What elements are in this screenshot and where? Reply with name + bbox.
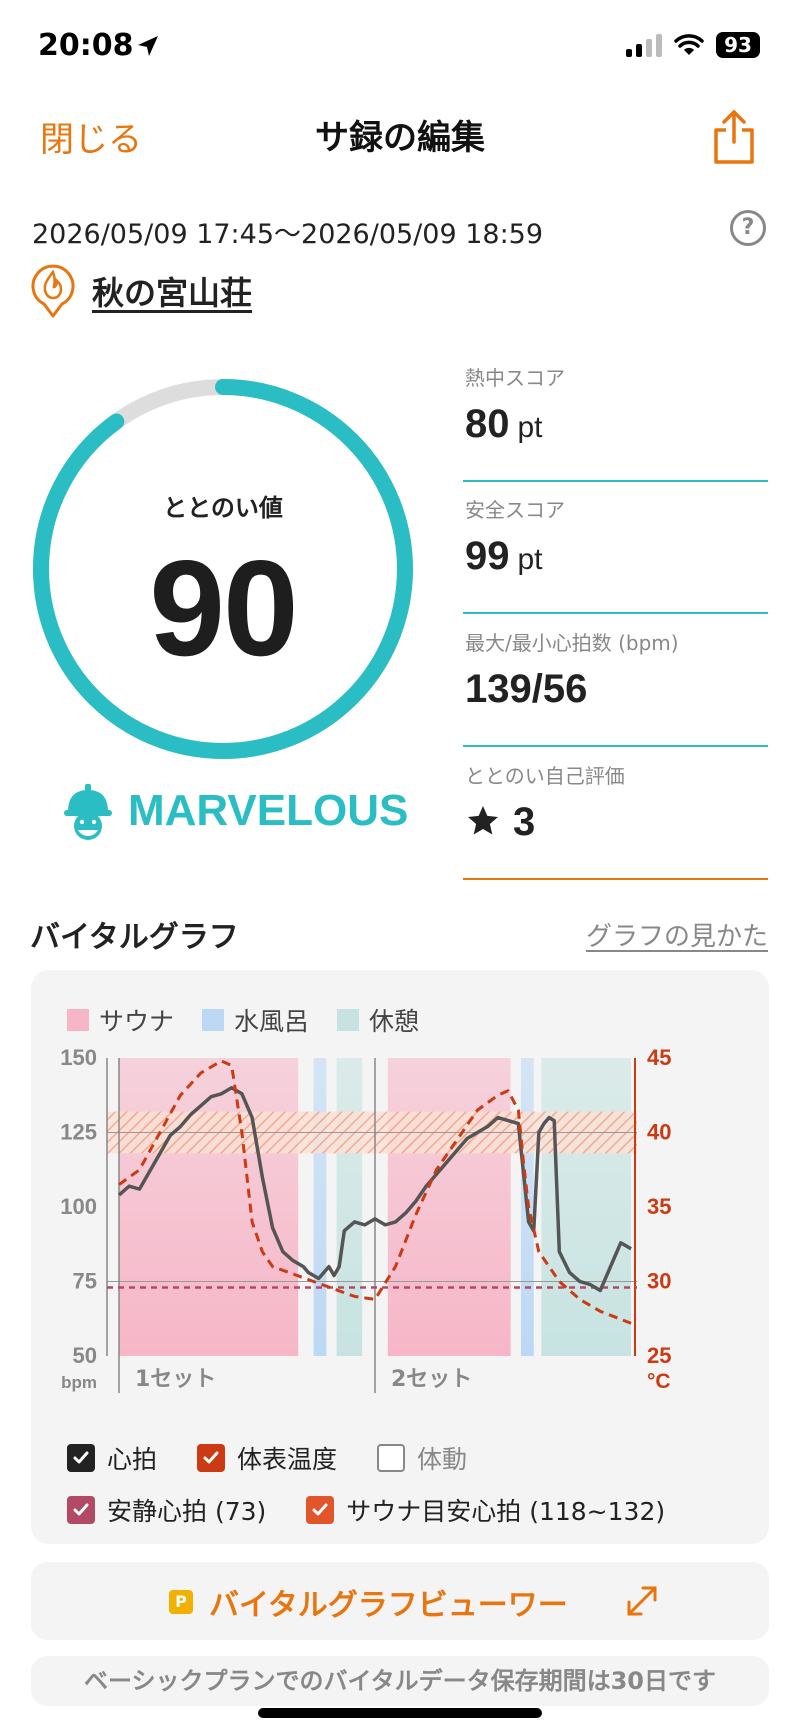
phase-cold bbox=[313, 1058, 327, 1356]
sauna-hat-character-icon bbox=[64, 784, 112, 840]
temp-tick-label: 30 bbox=[647, 1269, 671, 1294]
set-label: 2セット bbox=[391, 1367, 472, 1392]
facility-name-link[interactable]: 秋の宮山荘 bbox=[92, 268, 252, 314]
phase-sauna bbox=[387, 1058, 511, 1356]
vital-graph-card: サウナ 水風呂 休憩 150 125 100 75 50 45 40 35 30 25 bpm °C 1… bbox=[31, 970, 769, 1544]
graph-howto-link[interactable]: グラフの見かた bbox=[586, 916, 768, 953]
toggle-heart-rate[interactable]: 心拍 bbox=[67, 1440, 157, 1476]
metric-value: 3 bbox=[465, 800, 535, 845]
close-button[interactable]: 閉じる bbox=[40, 112, 142, 161]
vital-chart: 150 125 100 75 50 45 40 35 30 25 bpm °C 1セット 2セット bbox=[60, 1048, 671, 1393]
status-time: 20:08 bbox=[38, 28, 134, 63]
legend-sauna: サウナ bbox=[67, 1002, 174, 1038]
vital-graph-viewer-button[interactable]: P バイタルグラフビューワー bbox=[31, 1562, 769, 1640]
checkbox[interactable] bbox=[67, 1444, 95, 1472]
home-indicator[interactable] bbox=[258, 1708, 542, 1718]
hr-tick-label: 75 bbox=[73, 1269, 97, 1294]
metric-label: 最大/最小心拍数 (bpm) bbox=[465, 631, 679, 655]
premium-badge-icon: P bbox=[169, 1590, 193, 1614]
temp-tick-label: 35 bbox=[647, 1194, 671, 1219]
battery-indicator: 93 bbox=[716, 32, 760, 58]
metric-label: 安全スコア bbox=[465, 498, 565, 522]
help-icon[interactable]: ? bbox=[730, 210, 766, 246]
set-label: 1セット bbox=[135, 1367, 216, 1392]
phase-sauna bbox=[119, 1058, 299, 1356]
self-rating-field[interactable]: ととのい自己評価 3 bbox=[463, 760, 768, 880]
session-date-range: 2026/05/09 17:45～2026/05/09 18:59 bbox=[32, 219, 544, 250]
checkbox[interactable] bbox=[67, 1496, 95, 1524]
location-arrow-icon bbox=[138, 36, 158, 56]
safety-score-field[interactable]: 安全スコア 99 pt bbox=[463, 494, 768, 614]
star-icon bbox=[468, 806, 498, 835]
temp-axis-label: °C bbox=[647, 1370, 671, 1393]
nav-bar: 閉じる サ録の編集 bbox=[0, 100, 800, 190]
status-bar: 20:08 93 bbox=[0, 0, 800, 100]
checkbox[interactable] bbox=[377, 1444, 406, 1472]
metric-label: ととのい自己評価 bbox=[465, 764, 625, 788]
vital-graph-title: バイタルグラフ bbox=[30, 920, 239, 955]
temp-tick-label: 40 bbox=[647, 1120, 671, 1145]
temp-tick-label: 25 bbox=[647, 1343, 671, 1368]
toggle-sauna-target-hr[interactable]: サウナ目安心拍 (118~132) bbox=[306, 1492, 665, 1528]
checkbox[interactable] bbox=[197, 1444, 226, 1472]
hr-axis-label: bpm bbox=[61, 1373, 97, 1392]
legend-rest: 休憩 bbox=[337, 1002, 419, 1038]
phase-legend: サウナ 水風呂 休憩 bbox=[67, 1002, 419, 1038]
phase-rest bbox=[336, 1058, 363, 1356]
hr-tick-label: 100 bbox=[60, 1194, 97, 1219]
phase-rest bbox=[541, 1058, 631, 1356]
heat-score-field[interactable]: 熱中スコア 80 pt bbox=[463, 362, 768, 482]
rank-label: MARVELOUS bbox=[128, 786, 409, 835]
toggle-resting-hr[interactable]: 安静心拍 (73) bbox=[67, 1492, 266, 1528]
heart-rate-range-field[interactable]: 最大/最小心拍数 (bpm) 139/56 bbox=[463, 627, 768, 747]
share-icon[interactable] bbox=[710, 108, 758, 166]
checkbox[interactable] bbox=[306, 1496, 335, 1524]
wifi-icon bbox=[674, 34, 704, 55]
score-value: 90 bbox=[149, 532, 298, 684]
metric-label: 熱中スコア bbox=[465, 366, 565, 390]
sauna-facility-icon bbox=[31, 264, 75, 318]
expand-icon bbox=[627, 1586, 657, 1616]
legend-cold-bath: 水風呂 bbox=[202, 1002, 309, 1038]
metric-value: 80 pt bbox=[465, 402, 543, 446]
storage-notice: ベーシックプランでのバイタルデータ保存期間は30日です bbox=[31, 1656, 769, 1706]
hr-tick-label: 150 bbox=[60, 1048, 97, 1070]
temp-tick-label: 45 bbox=[647, 1048, 671, 1070]
hr-tick-label: 50 bbox=[73, 1343, 97, 1368]
toggle-skin-temp[interactable]: 体表温度 bbox=[197, 1440, 337, 1476]
hr-tick-label: 125 bbox=[60, 1120, 97, 1145]
metric-value: 139/56 bbox=[465, 667, 588, 711]
toggle-body-motion[interactable]: 体動 bbox=[377, 1440, 467, 1476]
metric-value: 99 pt bbox=[465, 534, 543, 578]
score-label: ととのい値 bbox=[163, 494, 283, 522]
viewer-button-label: バイタルグラフビューワー bbox=[209, 1588, 568, 1623]
cellular-signal-icon bbox=[626, 33, 662, 57]
series-toggles: 心拍 体表温度 体動 安静心拍 (73) サウナ目安心拍 (118~132) bbox=[67, 1440, 665, 1544]
